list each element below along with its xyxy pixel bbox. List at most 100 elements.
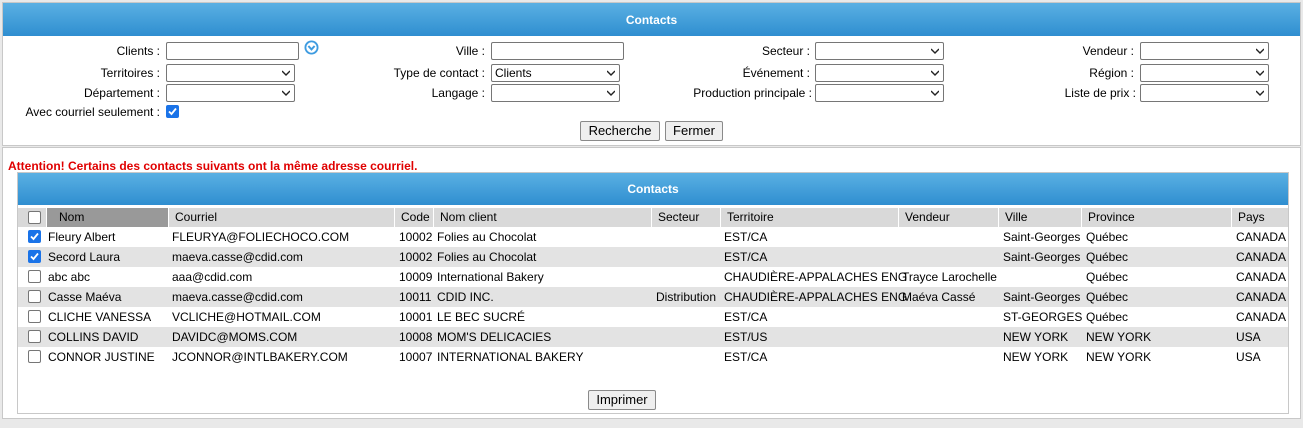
cell-pays: USA xyxy=(1236,350,1261,364)
column-header-code[interactable]: Code xyxy=(394,208,433,227)
cell-province: Québec xyxy=(1086,270,1129,284)
cell-nom-client: MOM'S DELICACIES xyxy=(437,330,552,344)
secteur-select[interactable] xyxy=(815,42,944,60)
evenement-label: Événement : xyxy=(742,66,810,80)
cell-pays: USA xyxy=(1236,330,1261,344)
print-button[interactable]: Imprimer xyxy=(588,390,656,410)
courriel-seulement-label: Avec courriel seulement : xyxy=(25,105,160,119)
region-label: Région : xyxy=(1089,66,1134,80)
cell-courriel: VCLICHE@HOTMAIL.COM xyxy=(172,310,321,324)
row-select-checkbox[interactable] xyxy=(28,330,41,343)
column-header-nom-client[interactable]: Nom client xyxy=(433,208,651,227)
cell-nom-client: Folies au Chocolat xyxy=(437,230,537,244)
vendeur-select[interactable] xyxy=(1140,42,1269,60)
cell-ville: Saint-Georges xyxy=(1003,250,1081,264)
cell-secteur: Distribution xyxy=(656,290,717,304)
cell-nom: CLICHE VANESSA xyxy=(48,310,152,324)
search-panel: Contacts Clients : Ville : Secteur : Ven… xyxy=(2,2,1301,146)
contacts-table-panel: Contacts Nom Courriel Code Nom client Se… xyxy=(17,172,1289,414)
column-header-pays[interactable]: Pays xyxy=(1231,208,1288,227)
courriel-seulement-checkbox[interactable] xyxy=(166,105,179,118)
cell-pays: CANADA xyxy=(1236,250,1287,264)
cell-province: NEW YORK xyxy=(1086,350,1152,364)
table-row[interactable]: Secord Laura maeva.casse@cdid.com 10002 Fol… xyxy=(18,247,1288,267)
cell-vendeur: Trayce Larochelle xyxy=(902,270,997,284)
table-row[interactable]: Fleury Albert FLEURYA@FOLIECHOCO.COM 10002… xyxy=(18,227,1288,247)
cell-nom: Fleury Albert xyxy=(48,230,116,244)
row-select-checkbox[interactable] xyxy=(28,270,41,283)
cell-nom-client: LE BEC SUCRÉ xyxy=(437,310,526,324)
cell-ville: ST-GEORGES xyxy=(1003,310,1083,324)
type-contact-select[interactable]: Clients xyxy=(491,64,620,82)
ville-input[interactable] xyxy=(491,42,624,60)
cell-territoire: EST/CA xyxy=(724,250,768,264)
cell-nom: CONNOR JUSTINE xyxy=(48,350,155,364)
cell-courriel: FLEURYA@FOLIECHOCO.COM xyxy=(172,230,350,244)
cell-ville: Saint-Georges xyxy=(1003,290,1081,304)
production-label: Production principale : xyxy=(693,86,812,100)
clients-input[interactable] xyxy=(166,42,299,60)
cell-territoire: EST/CA xyxy=(724,310,768,324)
region-select[interactable] xyxy=(1140,64,1269,82)
ville-label: Ville : xyxy=(455,44,485,58)
table-header: Nom Courriel Code Nom client Secteur Ter… xyxy=(18,208,1288,227)
cell-province: NEW YORK xyxy=(1086,330,1152,344)
type-contact-label: Type de contact : xyxy=(393,66,485,80)
table-row[interactable]: CONNOR JUSTINE JCONNOR@INTLBAKERY.COM 1000… xyxy=(18,347,1288,367)
cell-pays: CANADA xyxy=(1236,290,1287,304)
cell-ville: NEW YORK xyxy=(1003,330,1069,344)
secteur-label: Secteur : xyxy=(761,44,810,58)
cell-province: Québec xyxy=(1086,290,1129,304)
row-select-checkbox[interactable] xyxy=(28,230,41,243)
cell-courriel: maeva.casse@cdid.com xyxy=(172,250,303,264)
row-select-checkbox[interactable] xyxy=(28,310,41,323)
column-header-province[interactable]: Province xyxy=(1081,208,1231,227)
table-row[interactable]: Casse Maéva maeva.casse@cdid.com 10011 CDID… xyxy=(18,287,1288,307)
clients-lookup-icon[interactable] xyxy=(304,40,319,55)
cell-courriel: JCONNOR@INTLBAKERY.COM xyxy=(172,350,348,364)
cell-ville: NEW YORK xyxy=(1003,350,1069,364)
column-header-nom[interactable]: Nom xyxy=(46,208,168,227)
table-row[interactable]: CLICHE VANESSA VCLICHE@HOTMAIL.COM 10001 LE… xyxy=(18,307,1288,327)
evenement-select[interactable] xyxy=(815,64,944,82)
column-header-vendeur[interactable]: Vendeur xyxy=(898,208,998,227)
column-header-ville[interactable]: Ville xyxy=(998,208,1081,227)
contacts-table-title: Contacts xyxy=(18,173,1288,205)
cell-courriel: maeva.casse@cdid.com xyxy=(172,290,303,304)
table-row[interactable]: COLLINS DAVID DAVIDC@MOMS.COM 10008 MOM'S D… xyxy=(18,327,1288,347)
territoires-select[interactable] xyxy=(166,64,295,82)
column-header-secteur[interactable]: Secteur xyxy=(651,208,720,227)
row-select-checkbox[interactable] xyxy=(28,350,41,363)
langage-label: Langage : xyxy=(431,86,485,100)
production-select[interactable] xyxy=(815,84,944,102)
cell-code: 10002 xyxy=(399,230,433,244)
row-select-checkbox[interactable] xyxy=(28,250,41,263)
table-row[interactable]: abc abc aaa@cdid.com 10009 International Ba… xyxy=(18,267,1288,287)
cell-territoire: EST/CA xyxy=(724,350,768,364)
column-header-courriel[interactable]: Courriel xyxy=(168,208,394,227)
territoires-label: Territoires : xyxy=(100,66,160,80)
departement-label: Département : xyxy=(83,86,160,100)
cell-nom-client: International Bakery xyxy=(437,270,544,284)
vendeur-label: Vendeur : xyxy=(1082,44,1134,58)
cell-courriel: aaa@cdid.com xyxy=(172,270,253,284)
cell-pays: CANADA xyxy=(1236,310,1287,324)
langage-select[interactable] xyxy=(491,84,620,102)
close-button[interactable]: Fermer xyxy=(665,121,723,141)
cell-code: 10001 xyxy=(399,310,433,324)
cell-code: 10009 xyxy=(399,270,433,284)
duplicate-email-warning: Attention! Certains des contacts suivant… xyxy=(8,159,418,173)
cell-province: Québec xyxy=(1086,230,1129,244)
search-button[interactable]: Recherche xyxy=(580,121,660,141)
cell-territoire: CHAUDIÈRE-APPALACHES ENG xyxy=(724,290,908,304)
cell-nom-client: INTERNATIONAL BAKERY xyxy=(437,350,584,364)
select-all-checkbox[interactable] xyxy=(28,211,41,224)
row-select-checkbox[interactable] xyxy=(28,290,41,303)
column-header-territoire[interactable]: Territoire xyxy=(720,208,898,227)
cell-nom-client: Folies au Chocolat xyxy=(437,250,537,264)
cell-nom: COLLINS DAVID xyxy=(48,330,139,344)
liste-prix-select[interactable] xyxy=(1140,84,1269,102)
departement-select[interactable] xyxy=(166,84,295,102)
cell-vendeur: Maéva Cassé xyxy=(902,290,976,304)
cell-code: 10007 xyxy=(399,350,433,364)
